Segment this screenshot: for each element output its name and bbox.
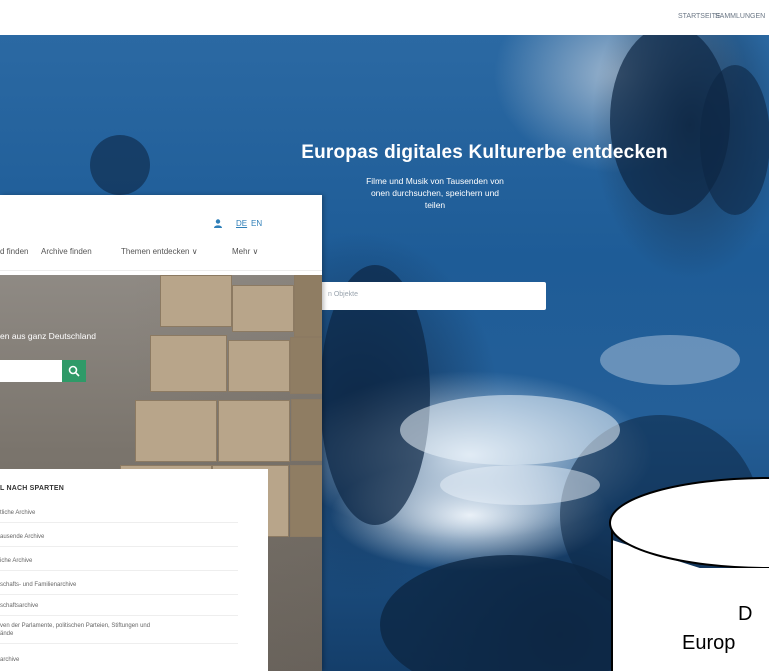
hero-subtitle: Filme und Musik von Tausenden von onen d…: [310, 175, 560, 211]
hero-search-input[interactable]: n Objekte: [310, 282, 546, 310]
sparte-item[interactable]: ven der Parlamente, politischen Parteien…: [0, 622, 238, 644]
search-placeholder: n Objekte: [328, 291, 358, 298]
shape-text-line-1: D: [738, 603, 753, 625]
top-bar: STARTSEITE SAMMLUNGEN: [0, 0, 769, 35]
language-de[interactable]: DE: [236, 219, 247, 228]
archive-box: [232, 285, 294, 332]
archive-box: [228, 340, 290, 392]
sparte-item[interactable]: schaftsarchive: [0, 602, 238, 616]
archive-search-input[interactable]: [0, 360, 62, 382]
user-icon[interactable]: [214, 219, 222, 228]
wave-foam: [400, 395, 620, 465]
hero-subtitle-line: Filme und Musik von Tausenden von: [366, 176, 504, 186]
sparte-item[interactable]: iche Archive: [0, 557, 238, 571]
tree-silhouette: [700, 65, 769, 215]
main-navigation: d finden Archive finden Themen entdecken…: [0, 247, 322, 259]
archive-box: [290, 465, 322, 537]
sparten-title: L NACH SPARTEN: [0, 485, 64, 492]
sparte-item[interactable]: archive: [0, 656, 238, 669]
archive-box: [290, 337, 322, 394]
sparten-panel: L NACH SPARTEN tliche Archive ausende Ar…: [0, 469, 268, 671]
sparte-item[interactable]: tliche Archive: [0, 509, 238, 523]
hero-subtitle-line: onen durchsuchen, speichern und: [370, 188, 500, 198]
wave-foam: [440, 465, 600, 505]
site-header: DE EN d finden Archive finden Themen ent…: [0, 195, 322, 275]
nav-item-mehr[interactable]: Mehr ∨: [232, 247, 258, 256]
wave-foam: [600, 335, 740, 385]
hero-tagline: en aus ganz Deutschland: [0, 331, 96, 341]
sparte-item[interactable]: schafts- und Familienarchive: [0, 581, 238, 595]
archive-box: [150, 335, 227, 392]
search-icon: [68, 365, 80, 377]
sparte-item[interactable]: ausende Archive: [0, 533, 238, 547]
archive-box: [160, 275, 232, 327]
archive-box: [135, 400, 217, 462]
archive-box: [291, 399, 322, 461]
shape-text-line-2: Europ: [682, 632, 736, 654]
hero-title: Europas digitales Kulturerbe entdecken: [301, 142, 668, 163]
archive-box: [294, 275, 322, 337]
nav-item-themen-entdecken[interactable]: Themen entdecken ∨: [121, 247, 198, 256]
hero-subtitle-line: teilen: [424, 200, 446, 210]
nav-item-objekte-finden[interactable]: d finden: [0, 247, 28, 256]
nav-divider: [0, 270, 322, 271]
nav-link-sammlungen[interactable]: SAMMLUNGEN: [715, 13, 765, 20]
search-button[interactable]: [62, 360, 86, 382]
nav-item-archive-finden[interactable]: Archive finden: [41, 247, 92, 256]
archive-box: [218, 400, 290, 462]
language-en[interactable]: EN: [251, 219, 262, 228]
archivportal-window: DE EN d finden Archive finden Themen ent…: [0, 195, 322, 671]
